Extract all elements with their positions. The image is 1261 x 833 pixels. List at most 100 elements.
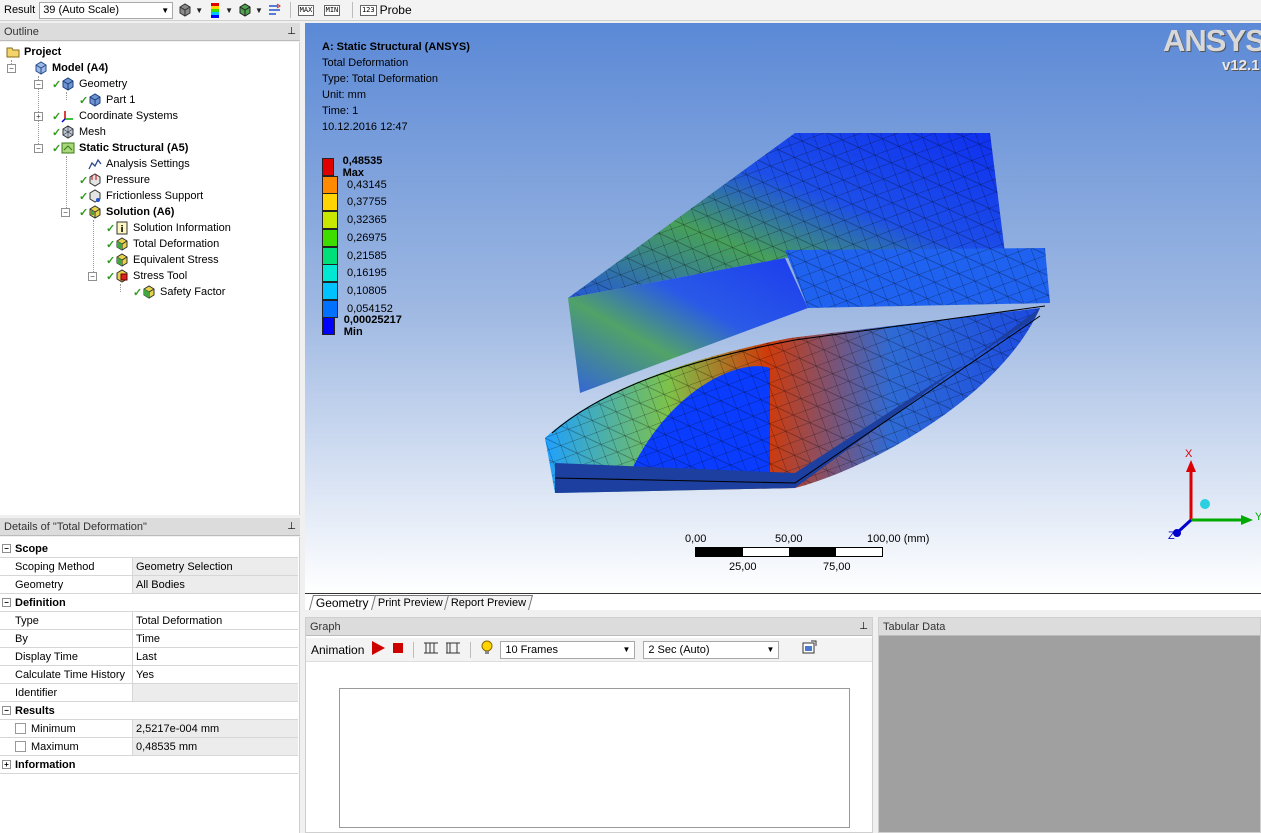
- svg-text:i: i: [120, 225, 123, 235]
- edges-display-icon[interactable]: [237, 2, 253, 18]
- row-key: Geometry: [0, 576, 133, 593]
- tree-item-safety-factor[interactable]: Safety Factor: [141, 284, 225, 300]
- tab-print-preview[interactable]: Print Preview: [370, 595, 450, 610]
- play-icon[interactable]: [370, 640, 386, 659]
- legend-swatch: [322, 211, 338, 230]
- tree-item-model[interactable]: Model (A4): [33, 60, 108, 76]
- distributed-frames-icon[interactable]: [445, 641, 461, 658]
- frames-select[interactable]: 10 Frames ▼: [500, 640, 636, 659]
- details-row-minimum[interactable]: Minimum 2,5217e-004 mm: [0, 720, 298, 738]
- chevron-down-icon[interactable]: ▼: [225, 6, 233, 15]
- details-row-maximum[interactable]: Maximum 0,48535 mm: [0, 738, 298, 756]
- collapse-icon[interactable]: −: [88, 272, 97, 281]
- geometry-display-icon[interactable]: [177, 2, 193, 18]
- legend-swatch: [322, 158, 334, 176]
- pin-icon[interactable]: ⊥: [287, 521, 296, 532]
- expand-icon[interactable]: +: [34, 112, 43, 121]
- row-value[interactable]: Time: [133, 630, 298, 647]
- chevron-down-icon[interactable]: ▼: [195, 6, 203, 15]
- collapse-icon[interactable]: −: [2, 544, 11, 553]
- row-value[interactable]: All Bodies: [133, 576, 298, 593]
- frames-icon[interactable]: [423, 641, 439, 658]
- details-row-geometry[interactable]: Geometry All Bodies: [0, 576, 298, 594]
- export-video-icon[interactable]: [801, 640, 817, 659]
- collapse-icon[interactable]: −: [61, 208, 70, 217]
- row-key: Identifier: [0, 684, 133, 701]
- lightbulb-icon[interactable]: [480, 640, 494, 659]
- tree-item-solution[interactable]: Solution (A6): [87, 204, 174, 220]
- parameter-checkbox[interactable]: [15, 723, 26, 734]
- legend-entry: 0,00025217 Min: [322, 314, 405, 338]
- tree-item-frictionless-support[interactable]: Frictionless Support: [87, 188, 203, 204]
- deformation-model[interactable]: [540, 128, 1060, 498]
- graph-panel: Graph ⊥ Animation 10 Frames ▼ 2 Sec (Aut…: [305, 617, 873, 833]
- details-group-information[interactable]: + Information: [0, 756, 298, 774]
- collapse-icon[interactable]: −: [2, 706, 11, 715]
- animation-label: Animation: [311, 642, 365, 657]
- tree-item-mesh[interactable]: Mesh: [60, 124, 106, 140]
- row-value[interactable]: Last: [133, 648, 298, 665]
- expand-icon[interactable]: +: [2, 760, 11, 769]
- tab-geometry[interactable]: Geometry: [308, 595, 376, 610]
- axis-triad[interactable]: [1165, 448, 1261, 543]
- toolbar-separator: [470, 641, 472, 658]
- tree-item-coordinate-systems[interactable]: Coordinate Systems: [60, 108, 178, 124]
- row-value[interactable]: Yes: [133, 666, 298, 683]
- tree-item-total-deformation[interactable]: Total Deformation: [114, 236, 219, 252]
- details-row-scoping-method[interactable]: Scoping Method Geometry Selection: [0, 558, 298, 576]
- details-row-display-time[interactable]: Display Time Last: [0, 648, 298, 666]
- tree-item-analysis-settings[interactable]: Analysis Settings: [87, 156, 190, 172]
- graphics-viewport[interactable]: A: Static Structural (ANSYS) Total Defor…: [305, 23, 1261, 593]
- group-label: Results: [15, 704, 55, 717]
- row-value[interactable]: Total Deformation: [133, 612, 298, 629]
- legend-entry: 0,26975: [322, 228, 387, 247]
- outline-title: Outline: [4, 25, 39, 38]
- pin-icon[interactable]: ⊥: [859, 621, 868, 632]
- legend-swatch: [322, 299, 338, 318]
- details-row-type[interactable]: Type Total Deformation: [0, 612, 298, 630]
- stop-icon[interactable]: [392, 642, 404, 657]
- tree-item-equivalent-stress[interactable]: Equivalent Stress: [114, 252, 219, 268]
- collapse-icon[interactable]: −: [34, 144, 43, 153]
- details-group-definition[interactable]: − Definition: [0, 594, 298, 612]
- scale-tick-label: 0,00: [685, 533, 707, 545]
- scale-combo[interactable]: 39 (Auto Scale) ▼: [39, 1, 174, 19]
- pin-icon[interactable]: ⊥: [287, 26, 296, 37]
- legend-swatch: [322, 281, 338, 300]
- chevron-down-icon[interactable]: ▼: [255, 6, 263, 15]
- result-icon: [114, 252, 130, 268]
- tree-item-part-1[interactable]: Part 1: [87, 92, 135, 108]
- legend-entry: 0,32365: [322, 211, 387, 230]
- tree-item-label: Mesh: [79, 126, 106, 138]
- max-label-icon[interactable]: MAX: [297, 2, 315, 18]
- tree-item-stress-tool[interactable]: Stress Tool: [114, 268, 187, 284]
- row-value[interactable]: [133, 684, 298, 701]
- tree-item-label: Solution (A6): [106, 206, 175, 218]
- collapse-icon[interactable]: −: [34, 80, 43, 89]
- details-group-scope[interactable]: − Scope: [0, 540, 298, 558]
- collapse-icon[interactable]: −: [7, 64, 16, 73]
- parameter-checkbox[interactable]: [15, 741, 26, 752]
- tree-item-pressure[interactable]: Pressure: [87, 172, 150, 188]
- vector-display-icon[interactable]: [267, 2, 283, 18]
- scale-tick-label: 25,00: [729, 561, 757, 573]
- tree-item-solution-information[interactable]: i Solution Information: [114, 220, 231, 236]
- min-label-icon[interactable]: MIN: [323, 2, 341, 18]
- details-row-identifier[interactable]: Identifier: [0, 684, 298, 702]
- duration-select[interactable]: 2 Sec (Auto) ▼: [643, 640, 780, 659]
- probe-button[interactable]: 123 Probe: [359, 3, 412, 17]
- result-type: Type: Total Deformation: [322, 73, 438, 85]
- tree-item-project[interactable]: Project: [5, 44, 61, 60]
- details-row-by[interactable]: By Time: [0, 630, 298, 648]
- row-value[interactable]: Geometry Selection: [133, 558, 298, 575]
- contour-legend-icon[interactable]: [207, 2, 223, 18]
- details-group-results[interactable]: − Results: [0, 702, 298, 720]
- tree-item-geometry[interactable]: Geometry: [60, 76, 127, 92]
- collapse-icon[interactable]: −: [2, 598, 11, 607]
- scale-combo-value: 39 (Auto Scale): [43, 4, 120, 16]
- tree-item-static-structural[interactable]: Static Structural (A5): [60, 140, 188, 156]
- details-row-calculate-time-history[interactable]: Calculate Time History Yes: [0, 666, 298, 684]
- graph-plot-area[interactable]: [339, 688, 850, 828]
- tab-report-preview[interactable]: Report Preview: [444, 595, 534, 610]
- row-key: Type: [0, 612, 133, 629]
